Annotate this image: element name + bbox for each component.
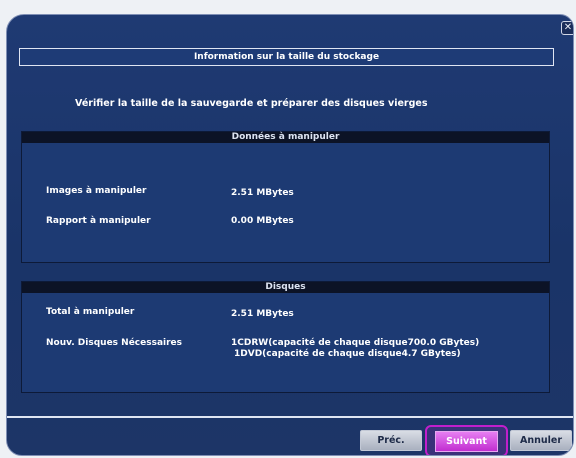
next-button-highlight: Suivant [425, 425, 508, 455]
images-value: 2.51 MBytes [231, 188, 294, 198]
footer-divider [7, 416, 573, 418]
report-value: 0.00 MBytes [231, 216, 294, 226]
cancel-button[interactable]: Annuler [510, 430, 572, 451]
data-to-handle-section: Données à manipuler Images à manipuler 2… [21, 131, 550, 263]
next-button[interactable]: Suivant [435, 431, 498, 452]
dialog-title: Information sur la taille du stockage [19, 48, 554, 66]
total-label: Total à manipuler [46, 307, 135, 317]
storage-info-dialog: ✕ Information sur la taille du stockage … [6, 14, 574, 456]
data-section-header: Données à manipuler [22, 132, 549, 143]
needed-disk-dvd: 1DVD(capacité de chaque disque4.7 GBytes… [234, 349, 461, 359]
disks-section-header: Disques [22, 282, 549, 293]
images-label: Images à manipuler [46, 186, 147, 196]
needed-disk-cdrw: 1CDRW(capacité de chaque disque700.0 GBy… [231, 338, 480, 348]
close-icon[interactable]: ✕ [561, 21, 573, 35]
needed-disks-label: Nouv. Disques Nécessaires [46, 338, 183, 348]
disks-section: Disques Total à manipuler 2.51 MBytes No… [21, 281, 550, 393]
total-value: 2.51 MBytes [231, 309, 294, 319]
prev-button[interactable]: Préc. [360, 430, 422, 451]
report-label: Rapport à manipuler [46, 216, 151, 226]
dialog-subtitle: Vérifier la taille de la sauvegarde et p… [75, 98, 428, 109]
